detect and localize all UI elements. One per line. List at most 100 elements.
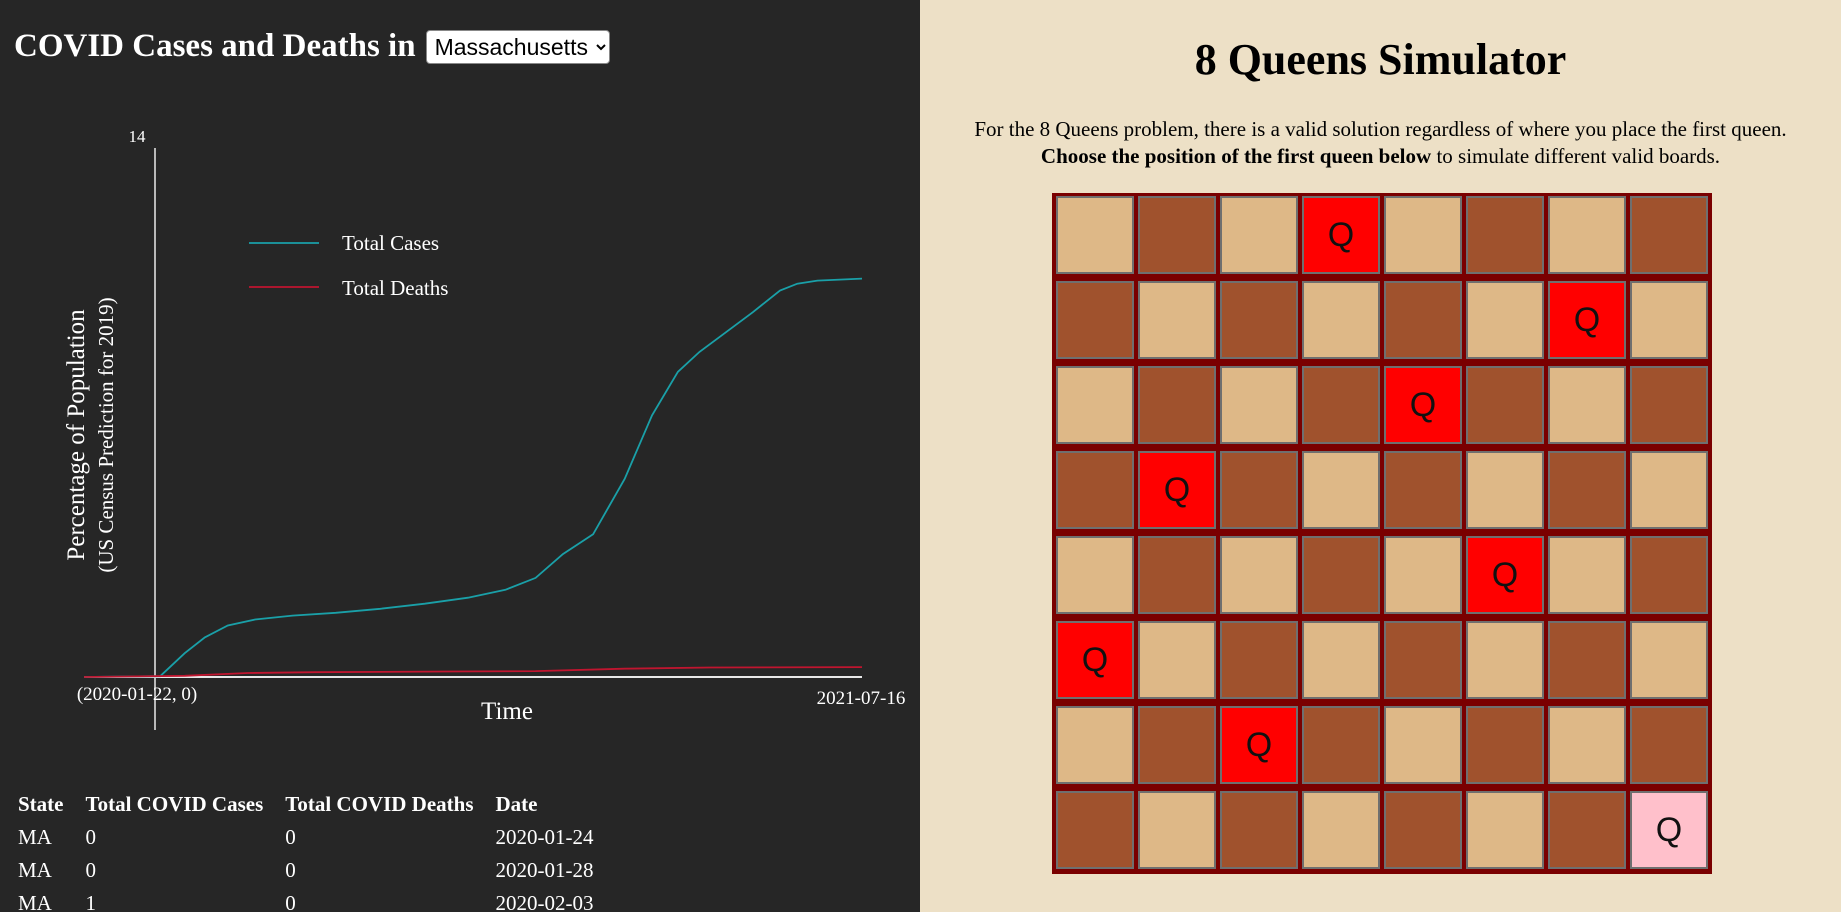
covid-data-table: State Total COVID Cases Total COVID Deat… [18, 788, 616, 912]
queens-desc-rest: to simulate different valid boards. [1431, 144, 1721, 168]
header-total-deaths: Total COVID Deaths [285, 792, 474, 816]
board-cell-r6-c5[interactable] [1466, 706, 1544, 784]
board-cell-r6-c4[interactable] [1384, 706, 1462, 784]
board-cell-r1-c4[interactable] [1384, 281, 1462, 359]
board-cell-r7-c5[interactable] [1466, 791, 1544, 869]
queen-cell-r4-c5[interactable]: Q [1466, 536, 1544, 614]
board-cell-r5-c3[interactable] [1302, 621, 1380, 699]
board-cell-r3-c2[interactable] [1220, 451, 1298, 529]
cell-date: 2020-01-28 [495, 858, 594, 882]
covid-chart: 14 (2020-01-22, 0) 2021-07-16 Time Perce… [63, 127, 906, 730]
queens-title: 8 Queens Simulator [1194, 35, 1567, 84]
board-cell-r5-c4[interactable] [1384, 621, 1462, 699]
board-cell-r4-c0[interactable] [1056, 536, 1134, 614]
board-cell-r4-c6[interactable] [1548, 536, 1626, 614]
board-cell-r6-c7[interactable] [1630, 706, 1708, 784]
state-select[interactable]: Massachusetts [425, 29, 610, 64]
board-cell-r3-c7[interactable] [1630, 451, 1708, 529]
queen-cell-r0-c3[interactable]: Q [1302, 196, 1380, 274]
board-cell-r0-c0[interactable] [1056, 196, 1134, 274]
board-cell-r0-c7[interactable] [1630, 196, 1708, 274]
board-cell-r3-c5[interactable] [1466, 451, 1544, 529]
board-cell-r0-c5[interactable] [1466, 196, 1544, 274]
board-cell-r3-c3[interactable] [1302, 451, 1380, 529]
board-cell-r2-c1[interactable] [1138, 366, 1216, 444]
board-cell-r2-c5[interactable] [1466, 366, 1544, 444]
queens-description: For the 8 Queens problem, there is a val… [920, 116, 1841, 170]
cell-deaths: 0 [285, 891, 296, 912]
y-max-tick-label: 14 [129, 127, 147, 146]
legend: Total Cases Total Deaths [249, 231, 448, 300]
board-cell-r6-c1[interactable] [1138, 706, 1216, 784]
cell-deaths: 0 [285, 858, 296, 882]
queen-cell-r5-c0[interactable]: Q [1056, 621, 1134, 699]
board-cell-r6-c6[interactable] [1548, 706, 1626, 784]
board-cell-r2-c0[interactable] [1056, 366, 1134, 444]
board-cell-r2-c7[interactable] [1630, 366, 1708, 444]
board-cell-r7-c2[interactable] [1220, 791, 1298, 869]
queen-cell-r6-c2[interactable]: Q [1220, 706, 1298, 784]
table-row: MA 1 0 2020-02-03 [18, 887, 616, 912]
cell-cases: 1 [85, 891, 97, 912]
cell-cases: 0 [85, 858, 97, 882]
board-cell-r1-c7[interactable] [1630, 281, 1708, 359]
board-cell-r5-c2[interactable] [1220, 621, 1298, 699]
board-cell-r5-c6[interactable] [1548, 621, 1626, 699]
queen-cell-r3-c1[interactable]: Q [1138, 451, 1216, 529]
board-cell-r4-c3[interactable] [1302, 536, 1380, 614]
first-queen-cell[interactable]: Q [1630, 791, 1708, 869]
series-line-total-deaths [83, 666, 863, 678]
board-cell-r5-c1[interactable] [1138, 621, 1216, 699]
queen-cell-r1-c6[interactable]: Q [1548, 281, 1626, 359]
y-axis-title: Percentage of Population [63, 309, 90, 561]
chess-board: Q Q Q Q Q Q Q Q [1052, 193, 1712, 874]
board-cell-r7-c1[interactable] [1138, 791, 1216, 869]
board-cell-r3-c0[interactable] [1056, 451, 1134, 529]
table-header-row: State Total COVID Cases Total COVID Deat… [18, 788, 616, 821]
table-row: MA 0 0 2020-01-24 [18, 821, 616, 854]
board-cell-r1-c1[interactable] [1138, 281, 1216, 359]
queen-cell-r2-c4[interactable]: Q [1384, 366, 1462, 444]
board-cell-r4-c2[interactable] [1220, 536, 1298, 614]
series-line-total-cases [83, 277, 863, 678]
queens-desc-line1: For the 8 Queens problem, there is a val… [974, 117, 1787, 141]
covid-title-text: COVID Cases and Deaths in [14, 28, 416, 64]
header-total-cases: Total COVID Cases [85, 792, 264, 816]
queens-desc-bold: Choose the position of the first queen b… [1040, 144, 1432, 168]
board-cell-r7-c4[interactable] [1384, 791, 1462, 869]
board-cell-r5-c5[interactable] [1466, 621, 1544, 699]
queens-panel: 8 Queens Simulator For the 8 Queens prob… [920, 0, 1841, 912]
board-cell-r6-c0[interactable] [1056, 706, 1134, 784]
cell-state: MA [18, 858, 52, 882]
cell-date: 2020-02-03 [495, 891, 594, 912]
cell-state: MA [18, 891, 52, 912]
board-cell-r3-c6[interactable] [1548, 451, 1626, 529]
board-cell-r2-c3[interactable] [1302, 366, 1380, 444]
cell-deaths: 0 [285, 825, 296, 849]
board-cell-r4-c7[interactable] [1630, 536, 1708, 614]
board-cell-r5-c7[interactable] [1630, 621, 1708, 699]
board-cell-r6-c3[interactable] [1302, 706, 1380, 784]
board-cell-r0-c2[interactable] [1220, 196, 1298, 274]
x-end-label: 2021-07-16 [817, 688, 906, 709]
board-cell-r7-c0[interactable] [1056, 791, 1134, 869]
board-cell-r0-c1[interactable] [1138, 196, 1216, 274]
covid-title: COVID Cases and Deaths in Massachusetts [14, 28, 610, 65]
board-cell-r7-c3[interactable] [1302, 791, 1380, 869]
board-cell-r1-c2[interactable] [1220, 281, 1298, 359]
board-cell-r2-c6[interactable] [1548, 366, 1626, 444]
y-axis-subtitle: (US Census Prediction for 2019) [94, 297, 118, 572]
board-cell-r4-c4[interactable] [1384, 536, 1462, 614]
x-start-label: (2020-01-22, 0) [77, 684, 197, 705]
board-cell-r1-c5[interactable] [1466, 281, 1544, 359]
cell-date: 2020-01-24 [495, 825, 594, 849]
board-cell-r3-c4[interactable] [1384, 451, 1462, 529]
board-cell-r2-c2[interactable] [1220, 366, 1298, 444]
legend-label-total-cases: Total Cases [342, 231, 439, 255]
board-cell-r1-c3[interactable] [1302, 281, 1380, 359]
board-cell-r0-c4[interactable] [1384, 196, 1462, 274]
board-cell-r0-c6[interactable] [1548, 196, 1626, 274]
board-cell-r7-c6[interactable] [1548, 791, 1626, 869]
board-cell-r4-c1[interactable] [1138, 536, 1216, 614]
board-cell-r1-c0[interactable] [1056, 281, 1134, 359]
